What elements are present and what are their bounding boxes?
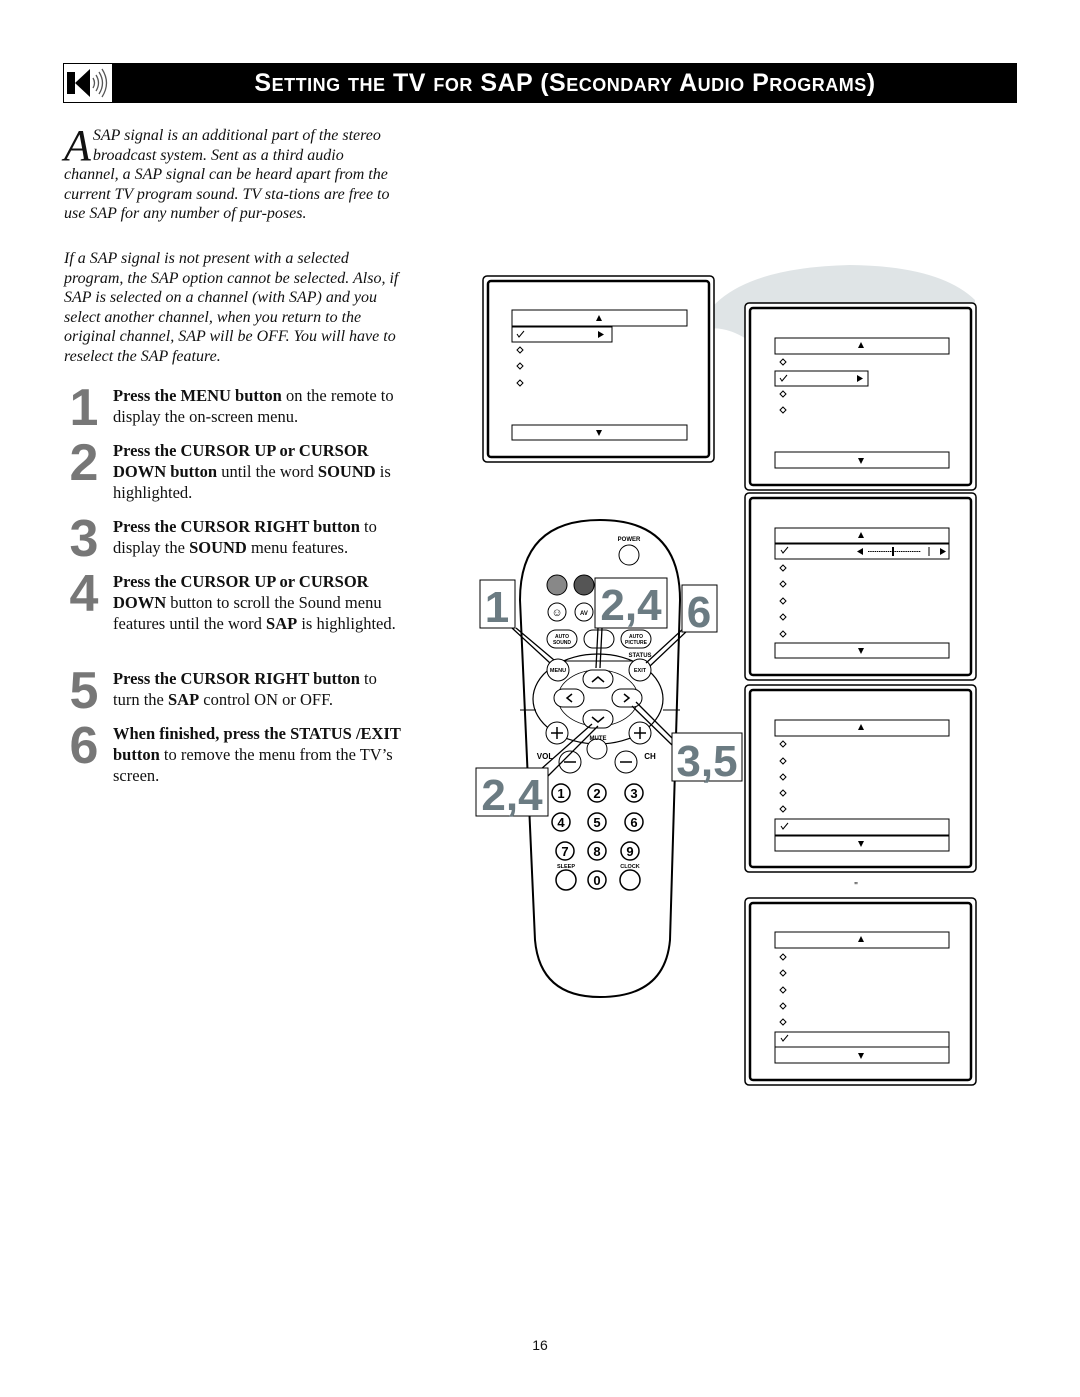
auto-sound-label-2: SOUND — [553, 640, 571, 646]
menu-label: MENU — [550, 668, 566, 674]
page-number: 16 — [532, 1337, 548, 1353]
cursor-left-button[interactable] — [553, 688, 585, 708]
callout-step-1: 1 — [485, 583, 509, 632]
color-button-2[interactable] — [573, 574, 595, 596]
ch-label: CH — [644, 752, 656, 761]
auto-picture-label-2: PICTURE — [625, 640, 648, 646]
tv-screen-sound-slider — [744, 492, 977, 681]
clock-label: CLOCK — [620, 864, 640, 870]
exit-label: EXIT — [634, 668, 647, 674]
digit-label: 4 — [557, 815, 565, 830]
power-button[interactable] — [618, 544, 640, 566]
illustration: " POWER AV ☺ AUTO SOUND AUTO PICTURE STA… — [475, 265, 977, 1086]
blank-button[interactable] — [583, 629, 615, 649]
power-label: POWER — [618, 537, 641, 543]
sleep-label: SLEEP — [557, 864, 575, 870]
av-label: AV — [580, 611, 588, 617]
digit-label: 8 — [593, 844, 600, 859]
callout-step-2-4-bottom: 2,4 — [481, 771, 543, 820]
digit-label: 1 — [557, 786, 564, 801]
tv-screen-sound-highlighted — [744, 302, 977, 491]
color-button-1[interactable] — [546, 574, 568, 596]
digit-label: 3 — [630, 786, 637, 801]
mute-label: MUTE — [590, 736, 607, 742]
smile-icon: ☺ — [551, 607, 562, 619]
stray-mark: " — [854, 881, 858, 892]
digit-label: 0 — [593, 873, 600, 888]
digit-label: 9 — [626, 844, 633, 859]
mute-button[interactable] — [586, 738, 608, 760]
tv-screen-sap-highlighted — [744, 684, 977, 873]
clock-button[interactable] — [619, 869, 641, 891]
status-label: STATUS — [628, 653, 651, 659]
cursor-down-button[interactable] — [582, 709, 614, 729]
callout-step-6: 6 — [687, 588, 711, 637]
tv-screen-sap-toggled — [744, 897, 977, 1086]
cursor-up-button[interactable] — [582, 669, 614, 689]
digit-label: 2 — [593, 786, 600, 801]
sleep-button[interactable] — [555, 869, 577, 891]
digit-label: 5 — [593, 815, 600, 830]
digit-label: 6 — [630, 815, 637, 830]
callout-step-2-4-top: 2,4 — [600, 581, 662, 630]
digit-label: 7 — [561, 844, 568, 859]
tv-screen-main-menu — [482, 275, 715, 463]
callout-step-3-5: 3,5 — [676, 737, 737, 786]
